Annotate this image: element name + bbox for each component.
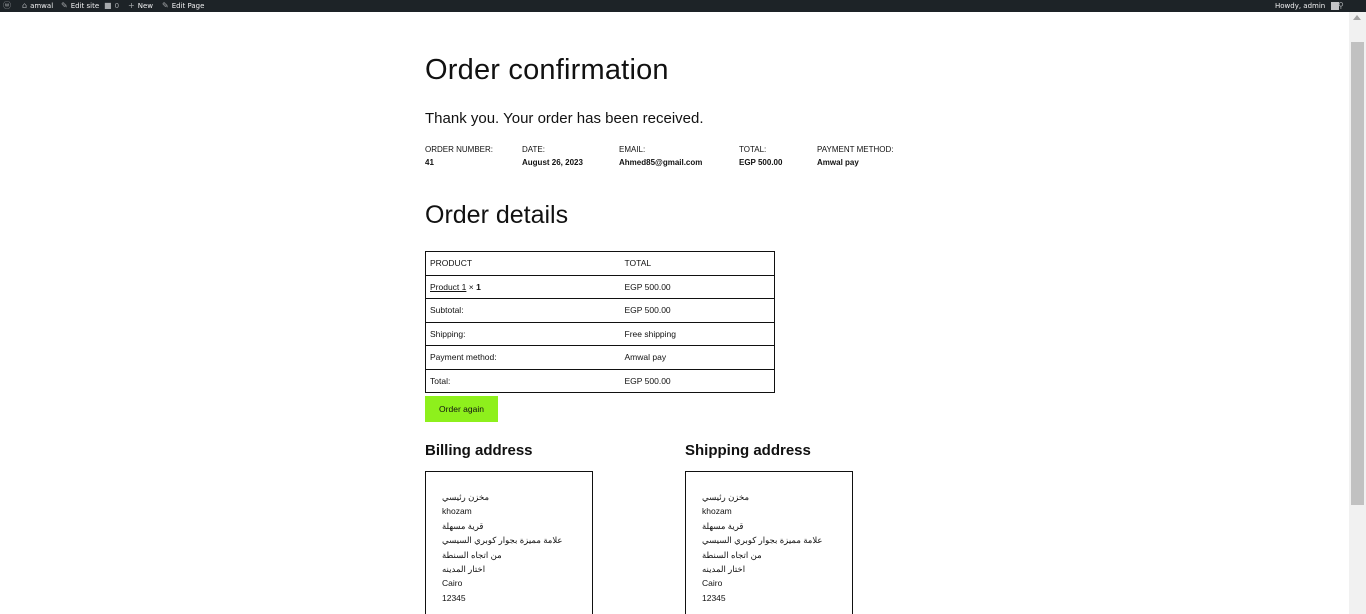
admin-bar-comments[interactable]: ■ 0 <box>104 0 119 12</box>
shipping-line: 12345 <box>702 592 726 603</box>
table-row: Shipping: Free shipping <box>425 321 775 346</box>
table-row: Payment method: Amwal pay <box>425 345 775 370</box>
shipping-address-title: Shipping address <box>685 442 811 459</box>
header-product: PRODUCT <box>425 251 621 276</box>
shipping-line: khozam <box>702 506 732 517</box>
admin-bar-site-link[interactable]: ⌂ amwal <box>22 0 53 12</box>
payment-method-label: PAYMENT METHOD: <box>817 145 894 154</box>
billing-line: مخزن رئيسي <box>442 492 490 502</box>
overview-date: DATE: August 26, 2023 <box>522 145 583 167</box>
table-row: Product 1 × 1 EGP 500.00 <box>425 274 775 299</box>
total-label: TOTAL: <box>739 145 767 154</box>
shipping-line: مخزن رئيسي <box>702 492 750 502</box>
total-value: EGP 500.00 <box>739 158 783 167</box>
pencil-icon: ✎ <box>162 1 169 10</box>
overview-email: EMAIL: Ahmed85@gmail.com <box>619 145 702 167</box>
scroll-up-arrow-icon[interactable] <box>1353 15 1361 20</box>
product-quantity: 1 <box>476 281 481 292</box>
admin-bar-edit-site[interactable]: ✎ Edit site <box>61 0 99 12</box>
overview-total: TOTAL: EGP 500.00 <box>739 145 782 167</box>
order-number-value: 41 <box>425 158 434 167</box>
shipping-address-box: مخزن رئيسي khozam قرية مسهلة علامة مميزة… <box>685 471 853 614</box>
billing-address-title: Billing address <box>425 442 533 459</box>
product-link[interactable]: Product 1 <box>430 282 466 292</box>
billing-line: علامة مميزة بجوار كوبري السيسي <box>442 535 563 546</box>
order-details-title: Order details <box>425 201 569 229</box>
comment-icon: ■ <box>104 1 112 10</box>
email-label: EMAIL: <box>619 145 646 154</box>
shipping-line: قرية مسهلة <box>702 520 744 531</box>
shipping-line: علامة مميزة بجوار كوبري السيسي <box>702 535 823 546</box>
payment-method-row-label: Payment method: <box>425 345 621 370</box>
shipping-value: Free shipping <box>620 321 775 346</box>
product-times: × <box>466 281 477 292</box>
admin-bar-edit-page[interactable]: ✎ Edit Page <box>162 0 204 12</box>
order-details-table: PRODUCT TOTAL Product 1 × 1 EGP 500.00 S… <box>425 251 775 393</box>
billing-line: 12345 <box>442 592 466 603</box>
site-name: amwal <box>30 2 54 10</box>
billing-line: Cairo <box>442 578 463 589</box>
email-value: Ahmed85@gmail.com <box>619 158 703 167</box>
date-value: August 26, 2023 <box>522 158 583 167</box>
order-number-label: ORDER NUMBER: <box>425 145 494 154</box>
page-title: Order confirmation <box>425 54 669 86</box>
search-icon: ⚲ <box>1338 1 1344 10</box>
billing-line: اختار المدينه <box>442 564 486 575</box>
table-row: Subtotal: EGP 500.00 <box>425 298 775 323</box>
page-scrollbar[interactable] <box>1349 12 1366 614</box>
wordpress-logo-icon[interactable]: ⓦ <box>3 0 11 12</box>
shipping-line: من اتجاه السنطة <box>702 549 762 560</box>
table-header-row: PRODUCT TOTAL <box>425 251 775 276</box>
admin-bar: ⓦ ⌂ amwal ✎ Edit site ■ 0 + New ✎ Edit P… <box>0 0 1366 12</box>
payment-method-row-value: Amwal pay <box>620 345 775 370</box>
product-cell: Product 1 × 1 <box>425 274 621 299</box>
shipping-line: Cairo <box>702 578 723 589</box>
admin-bar-search[interactable]: ⚲ <box>1338 0 1344 12</box>
shipping-label: Shipping: <box>425 321 621 346</box>
header-total: TOTAL <box>620 251 775 276</box>
thank-you-message: Thank you. Your order has been received. <box>425 110 704 127</box>
billing-line: قرية مسهلة <box>442 520 484 531</box>
grand-total-label: Total: <box>425 368 621 393</box>
subtotal-label: Subtotal: <box>425 298 621 323</box>
grand-total-value: EGP 500.00 <box>620 368 775 393</box>
admin-bar-account[interactable]: Howdy, admin <box>1275 0 1340 12</box>
billing-address-box: مخزن رئيسي khozam قرية مسهلة علامة مميزة… <box>425 471 593 614</box>
brush-icon: ✎ <box>61 1 68 10</box>
date-label: DATE: <box>522 145 545 154</box>
home-icon: ⌂ <box>22 1 28 10</box>
subtotal-value: EGP 500.00 <box>620 298 775 323</box>
overview-payment-method: PAYMENT METHOD: Amwal pay <box>817 145 893 167</box>
plus-icon: + <box>128 1 135 10</box>
payment-method-value: Amwal pay <box>817 158 859 167</box>
overview-order-number: ORDER NUMBER: 41 <box>425 145 493 167</box>
admin-bar-new[interactable]: + New <box>128 0 153 12</box>
billing-line: من اتجاه السنطة <box>442 549 502 560</box>
product-total: EGP 500.00 <box>620 274 775 299</box>
billing-line: khozam <box>442 506 472 517</box>
table-row: Total: EGP 500.00 <box>425 368 775 393</box>
shipping-line: اختار المدينه <box>702 564 746 575</box>
order-again-button[interactable]: Order again <box>425 396 498 422</box>
scroll-thumb[interactable] <box>1351 42 1364 505</box>
